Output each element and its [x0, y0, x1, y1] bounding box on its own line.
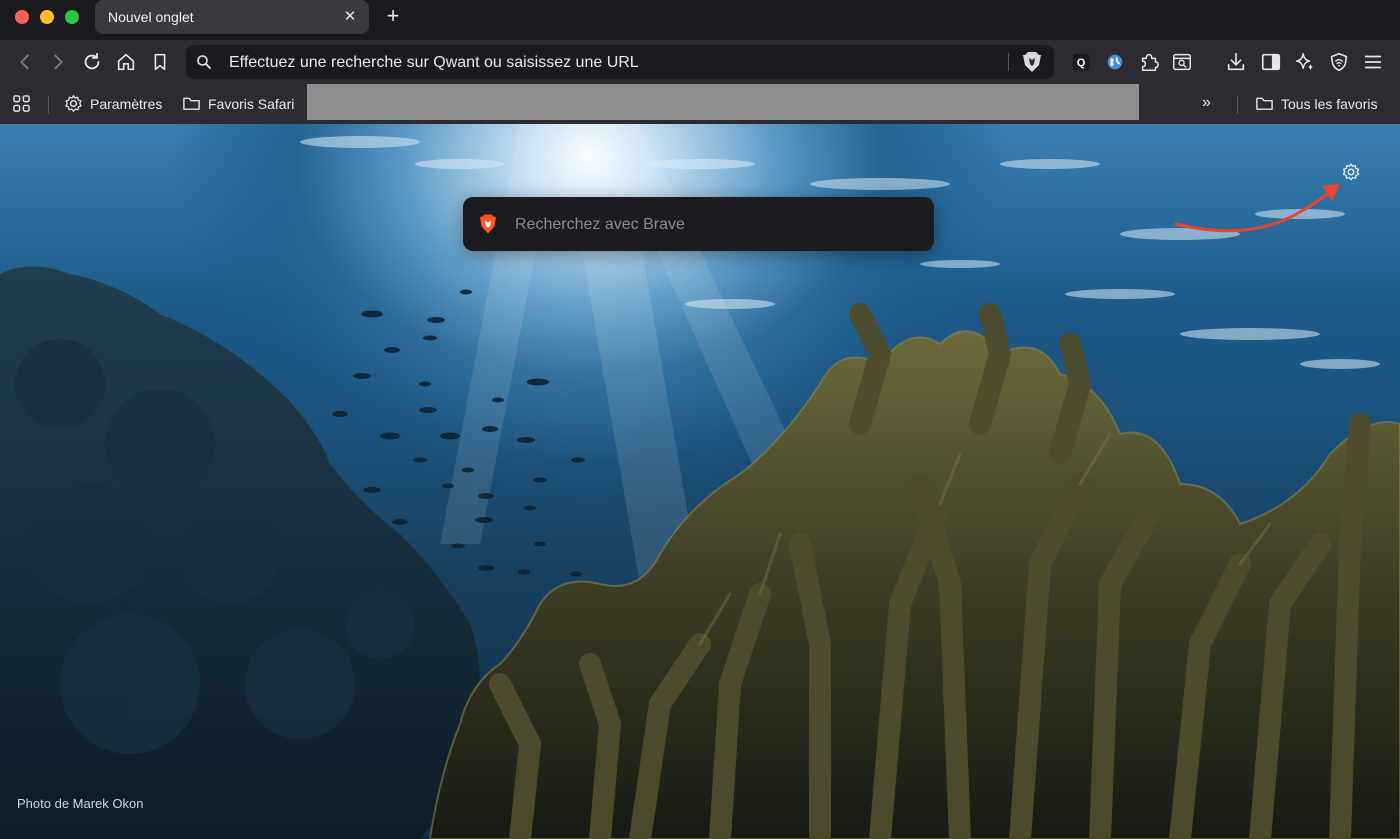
tab-title: Nouvel onglet — [108, 9, 194, 25]
bookmarks-divider — [48, 96, 49, 114]
puzzle-icon — [1141, 53, 1159, 71]
bookmark-folder-safari[interactable]: Favoris Safari — [182, 94, 294, 113]
address-bar[interactable]: Effectuez une recherche sur Qwant ou sai… — [186, 45, 1054, 79]
bookmarks-divider — [1237, 96, 1238, 114]
folder-icon — [1256, 97, 1273, 110]
address-bar-text: Effectuez une recherche sur Qwant ou sai… — [229, 54, 639, 71]
apps-grid-icon — [13, 95, 30, 112]
bookmark-settings-label: Paramètres — [90, 95, 163, 112]
toolbar: Effectuez une recherche sur Qwant ou sai… — [0, 40, 1400, 84]
title-bar: Nouvel onglet ✕ + — [0, 0, 1400, 40]
home-button[interactable] — [114, 50, 138, 74]
bookmarks-bar: Paramètres Favoris Safari » Tous les fav… — [0, 84, 1400, 124]
main-menu-button[interactable] — [1361, 50, 1385, 74]
bookmarks-overflow-button[interactable]: » — [1202, 94, 1211, 112]
extensions-button[interactable] — [1137, 50, 1161, 74]
vpn-shield-icon — [1330, 52, 1348, 72]
address-bar-divider — [1008, 53, 1009, 71]
minimize-window-button[interactable] — [40, 10, 54, 24]
zoom-window-button[interactable] — [65, 10, 79, 24]
new-tab-button[interactable]: + — [382, 5, 404, 27]
bookmark-folder-safari-label: Favoris Safari — [208, 95, 295, 112]
tab-close-icon[interactable]: ✕ — [341, 8, 359, 26]
sparkle-icon — [1296, 53, 1314, 71]
new-tab-page: Recherchez avec Brave Photo de Marek Oko… — [0, 124, 1400, 839]
vpn-button[interactable] — [1327, 50, 1351, 74]
bookmark-folder-all-label: Tous les favoris — [1281, 95, 1378, 112]
brave-search-box[interactable]: Recherchez avec Brave — [463, 197, 934, 251]
qwant-icon: Q — [1072, 53, 1090, 71]
globe-extension-button[interactable] — [1103, 50, 1127, 74]
reader-search-icon — [1173, 53, 1191, 71]
bookmark-icon — [154, 53, 166, 71]
chevron-left-icon — [20, 54, 29, 70]
bookmark-folder-all[interactable]: Tous les favoris — [1255, 94, 1377, 113]
sidebar-icon — [1261, 53, 1281, 71]
back-button[interactable] — [13, 50, 37, 74]
home-icon — [117, 53, 135, 71]
reload-icon — [84, 52, 100, 70]
download-icon — [1227, 52, 1245, 71]
search-placeholder-text: Recherchez avec Brave — [515, 216, 685, 233]
sidebar-toggle-button[interactable] — [1259, 50, 1283, 74]
brave-logo-icon — [480, 214, 496, 234]
folder-icon — [183, 97, 200, 110]
chevron-right-icon — [54, 54, 63, 70]
close-window-button[interactable] — [15, 10, 29, 24]
globe-icon — [1107, 54, 1123, 70]
bookmark-settings[interactable]: Paramètres — [64, 94, 162, 113]
gear-icon — [65, 95, 82, 112]
downloads-button[interactable] — [1224, 50, 1248, 74]
qwant-extension-button[interactable]: Q — [1069, 50, 1093, 74]
redacted-bookmarks — [307, 84, 1139, 120]
apps-button[interactable] — [12, 94, 31, 113]
page-settings-gear-icon[interactable] — [1341, 162, 1361, 182]
forward-button[interactable] — [46, 50, 70, 74]
reload-button[interactable] — [80, 50, 104, 74]
hamburger-menu-icon — [1364, 55, 1382, 69]
svg-text:Q: Q — [1077, 57, 1086, 69]
tab-new-tab[interactable]: Nouvel onglet ✕ — [95, 0, 369, 34]
brave-shields-icon[interactable] — [1022, 51, 1042, 73]
photo-credit[interactable]: Photo de Marek Okon — [17, 796, 143, 811]
search-icon — [197, 55, 211, 69]
chevron-double-right-icon: » — [1202, 94, 1211, 111]
reader-mode-button[interactable] — [1170, 50, 1194, 74]
leo-ai-button[interactable] — [1293, 50, 1317, 74]
bookmark-page-button[interactable] — [148, 50, 172, 74]
